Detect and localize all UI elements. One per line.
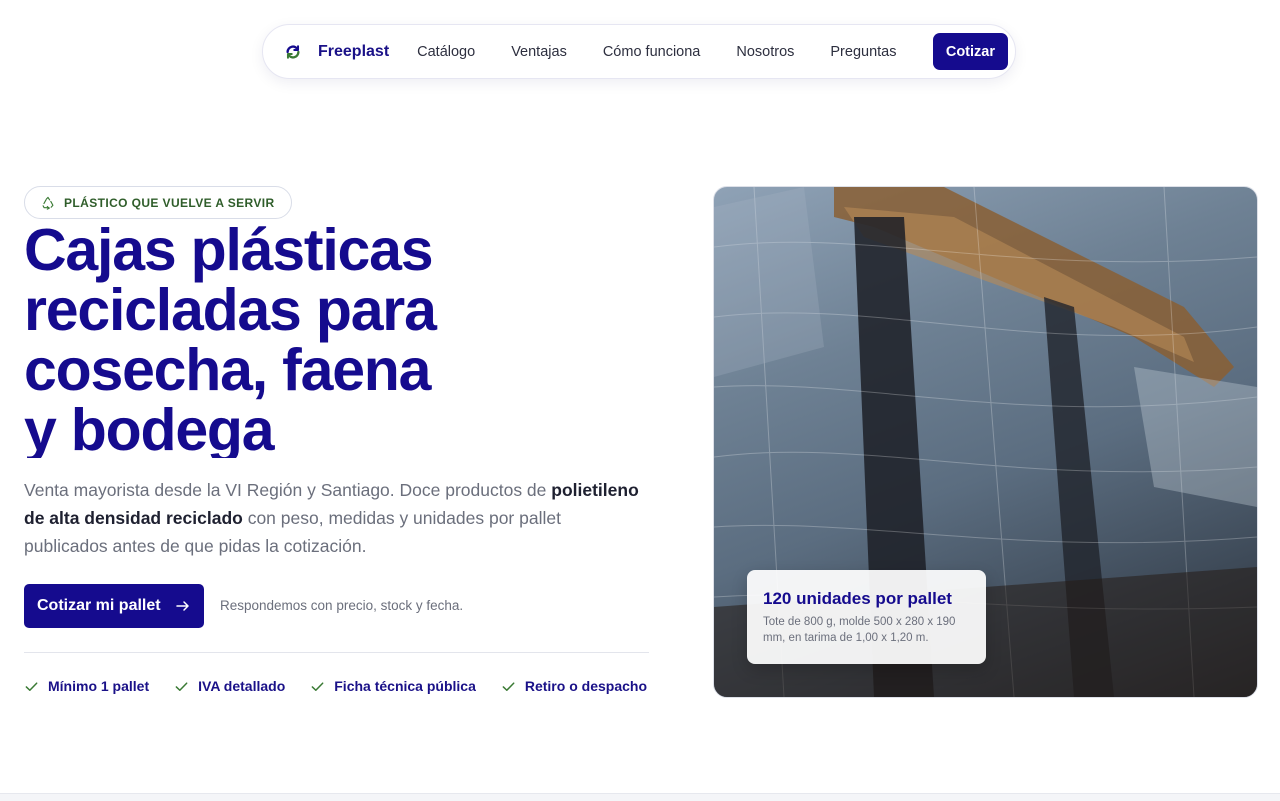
feature-item: Retiro o despacho bbox=[501, 678, 647, 694]
divider bbox=[24, 652, 649, 653]
arrow-right-icon bbox=[175, 601, 189, 611]
eyebrow-badge: PLÁSTICO QUE VUELVE A SERVIR bbox=[24, 186, 292, 219]
feature-item: IVA detallado bbox=[174, 678, 285, 694]
refresh-loop-icon bbox=[286, 44, 300, 59]
headline-line: Cajas plásticas bbox=[24, 220, 434, 283]
brand-name: Freeplast bbox=[318, 42, 390, 60]
nav-links: Catálogo Ventajas Cómo funciona Nosotros… bbox=[417, 44, 896, 60]
pallet-units-title: 120 unidades por pallet bbox=[763, 589, 952, 608]
feature-label: IVA detallado bbox=[198, 678, 286, 694]
lead-text: Venta mayorista desde la VI Región y San… bbox=[24, 480, 552, 500]
eyebrow-text: PLÁSTICO QUE VUELVE A SERVIR bbox=[64, 195, 275, 210]
pallet-info-card: 120 unidades por pallet Tote de 800 g, m… bbox=[747, 570, 986, 664]
recycle-icon bbox=[42, 196, 54, 210]
headline-line: y bodega bbox=[24, 397, 275, 458]
top-navbar: Freeplast Catálogo Ventajas Cómo funcion… bbox=[262, 24, 1016, 79]
feature-list: Mínimo 1 pallet IVA detallado Ficha técn… bbox=[24, 678, 647, 694]
quote-pallet-label: Cotizar mi pallet bbox=[37, 597, 161, 614]
nav-quote-button[interactable]: Cotizar bbox=[932, 33, 1008, 70]
pallet-units-detail: Tote de 800 g, molde 500 x 280 x 190 mm,… bbox=[763, 616, 956, 644]
nav-link-como-funciona[interactable]: Cómo funciona bbox=[603, 44, 701, 60]
check-icon bbox=[311, 681, 324, 691]
feature-label: Retiro o despacho bbox=[524, 678, 647, 694]
hero-lead-paragraph: Venta mayorista desde la VI Región y San… bbox=[24, 476, 644, 560]
headline-line: cosecha, faena bbox=[24, 337, 431, 403]
response-note: Respondemos con precio, stock y fecha. bbox=[220, 598, 464, 613]
check-icon bbox=[25, 681, 38, 691]
feature-item: Ficha técnica pública bbox=[310, 678, 476, 694]
feature-label: Ficha técnica pública bbox=[334, 678, 476, 694]
hero-headline-container: Cajas plásticas recicladas para cosecha,… bbox=[24, 220, 584, 458]
quote-pallet-button[interactable]: Cotizar mi pallet bbox=[24, 584, 204, 628]
brand-logo[interactable]: Freeplast bbox=[284, 43, 389, 61]
hero-headline: Cajas plásticas recicladas para cosecha,… bbox=[24, 220, 584, 458]
nav-link-nosotros[interactable]: Nosotros bbox=[736, 44, 794, 60]
check-icon bbox=[175, 681, 188, 691]
feature-label: Mínimo 1 pallet bbox=[48, 678, 150, 694]
nav-link-preguntas[interactable]: Preguntas bbox=[830, 44, 896, 60]
nav-link-ventajas[interactable]: Ventajas bbox=[511, 44, 567, 60]
headline-line: recicladas para bbox=[24, 277, 437, 343]
hero-photo: 120 unidades por pallet Tote de 800 g, m… bbox=[713, 186, 1258, 698]
nav-link-catalogo[interactable]: Catálogo bbox=[417, 44, 475, 60]
feature-item: Mínimo 1 pallet bbox=[24, 678, 149, 694]
check-icon bbox=[502, 681, 515, 691]
